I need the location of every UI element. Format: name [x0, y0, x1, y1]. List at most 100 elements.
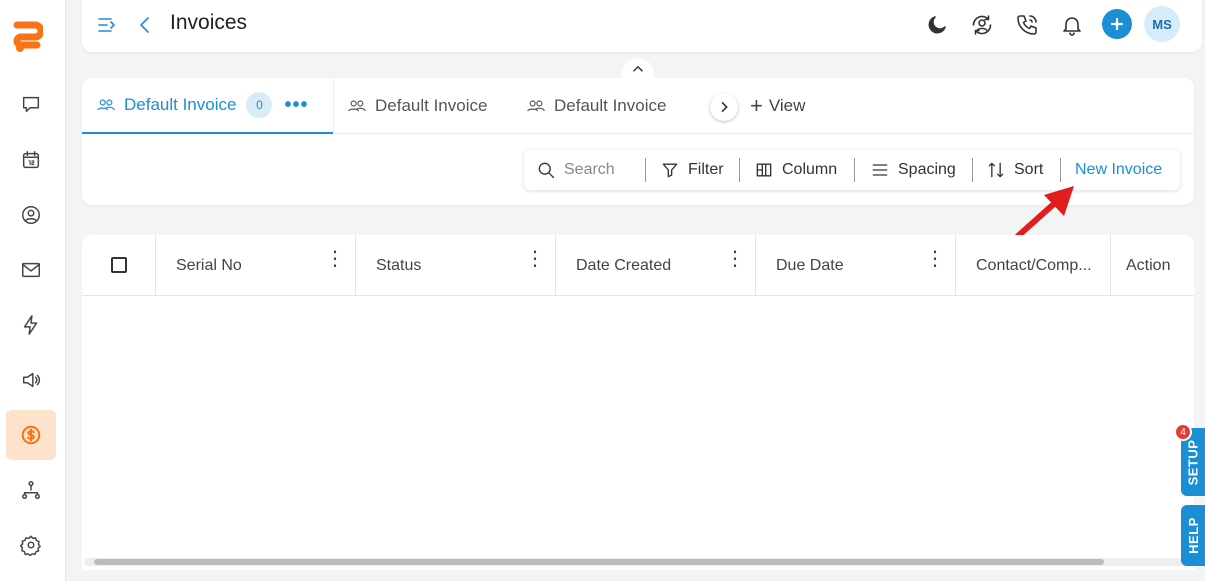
users-icon: [348, 100, 366, 112]
tab-divider: [333, 78, 334, 134]
column-header-date-created[interactable]: Date Created ⋮: [556, 235, 756, 296]
toolbar-divider: [854, 158, 855, 182]
column-header-action: Action: [1111, 235, 1194, 296]
sort-icon: [988, 162, 1004, 178]
table-toolbar: Search Filter Column Spacing Sort New In…: [524, 150, 1180, 190]
plus-icon: [1111, 18, 1123, 30]
column-header-label: Due Date: [776, 256, 844, 274]
toolbar-divider: [972, 158, 973, 182]
menu-expand-icon: [98, 18, 115, 32]
view-tabs: Default Invoice 0 ••• Default Invoice De…: [82, 78, 1194, 134]
sidebar-item-conversations[interactable]: [6, 80, 56, 130]
top-header: Invoices MS: [82, 0, 1202, 52]
column-header-label: Serial No: [176, 256, 242, 274]
chevron-up-icon: [632, 65, 644, 72]
table-header: Serial No ⋮ Status ⋮ Date Created ⋮ Due …: [82, 235, 1194, 296]
annotation-arrow-icon: [1015, 186, 1074, 239]
column-header-label: Date Created: [576, 256, 672, 274]
gear-icon: [20, 535, 41, 556]
help-tab-label: HELP: [1185, 517, 1201, 554]
call-button[interactable]: [1012, 10, 1042, 40]
invoice-table: Serial No ⋮ Status ⋮ Date Created ⋮ Due …: [82, 235, 1194, 570]
tab-options-icon[interactable]: •••: [284, 94, 308, 117]
tab-label: Default Invoice: [375, 96, 488, 115]
filter-label: Filter: [688, 161, 724, 178]
quick-add-button[interactable]: [1102, 9, 1132, 39]
toolbar-divider: [1060, 158, 1061, 182]
search-icon: [538, 162, 555, 179]
page-title: Invoices: [170, 11, 248, 34]
users-icon: [97, 99, 115, 111]
calendar-icon: [22, 151, 40, 169]
plus-icon: +: [750, 93, 763, 118]
sidebar-item-payments[interactable]: [6, 410, 56, 460]
switch-account-button[interactable]: [967, 10, 997, 40]
dark-mode-toggle[interactable]: [922, 10, 952, 40]
back-button[interactable]: [130, 10, 160, 40]
sidebar-item-settings[interactable]: [6, 520, 56, 570]
filter-icon: [662, 163, 678, 178]
chevron-right-icon: [721, 101, 728, 113]
tab-label: Default Invoice: [124, 95, 237, 114]
tab-label: Default Invoice: [554, 96, 667, 115]
megaphone-icon: [22, 372, 40, 388]
dollar-circle-icon: [21, 425, 41, 445]
add-view-label: View: [768, 96, 806, 115]
column-header-due-date[interactable]: Due Date ⋮: [756, 235, 956, 296]
column-menu-icon[interactable]: ⋮: [525, 249, 545, 269]
filter-button[interactable]: Filter: [660, 150, 724, 190]
tabs-scroll-right-button[interactable]: [710, 93, 738, 121]
sidebar-item-calendar[interactable]: [6, 135, 56, 185]
help-tab[interactable]: HELP: [1181, 505, 1205, 566]
avatar[interactable]: MS: [1144, 6, 1180, 42]
toolbar-divider: [645, 158, 646, 182]
sidebar-item-automation[interactable]: [6, 300, 56, 350]
select-all-checkbox[interactable]: [111, 257, 127, 273]
spacing-button[interactable]: Spacing: [870, 150, 956, 190]
sidebar-item-email[interactable]: [6, 245, 56, 295]
phone-icon: [1017, 15, 1037, 35]
horizontal-scrollbar[interactable]: [84, 558, 1190, 566]
column-label: Column: [782, 161, 838, 178]
new-invoice-button[interactable]: New Invoice: [1075, 150, 1162, 190]
column-button[interactable]: Column: [754, 150, 837, 190]
search-input[interactable]: Search: [536, 150, 640, 190]
columns-icon: [756, 163, 772, 177]
sidebar-item-workflows[interactable]: [6, 465, 56, 515]
tab-default-invoice-3[interactable]: Default Invoice: [526, 78, 666, 134]
sidebar-toggle-button[interactable]: [92, 10, 122, 40]
search-placeholder: Search: [564, 161, 615, 178]
chat-icon: [22, 96, 40, 113]
users-icon: [527, 100, 545, 112]
column-header-label: Status: [376, 256, 422, 274]
column-menu-icon[interactable]: ⋮: [925, 249, 945, 269]
chevron-left-icon: [140, 17, 149, 33]
column-header-serial-no[interactable]: Serial No ⋮: [156, 235, 356, 296]
column-header-label: Action: [1126, 256, 1171, 274]
toolbar-divider: [739, 158, 740, 182]
setup-tab-label: SETUP: [1185, 439, 1201, 485]
sort-label: Sort: [1014, 161, 1044, 178]
sidebar-item-marketing[interactable]: [6, 355, 56, 405]
user-sync-icon: [972, 15, 992, 35]
add-view-button[interactable]: + View: [750, 78, 805, 134]
user-circle-icon: [22, 206, 40, 224]
scrollbar-thumb[interactable]: [94, 559, 1104, 565]
column-menu-icon[interactable]: ⋮: [325, 249, 345, 269]
notifications-button[interactable]: [1057, 10, 1087, 40]
column-header-label: Contact/Comp...: [976, 256, 1092, 274]
sidebar-item-contacts[interactable]: [6, 190, 56, 240]
column-header-status[interactable]: Status ⋮: [356, 235, 556, 296]
app-logo[interactable]: [11, 21, 43, 55]
setup-count-badge: 4: [1174, 423, 1192, 441]
tab-default-invoice-2[interactable]: Default Invoice: [347, 78, 487, 134]
tab-default-invoice-1[interactable]: Default Invoice 0 •••: [82, 78, 333, 134]
sidebar: [0, 0, 66, 581]
moon-icon: [928, 16, 946, 34]
tab-count-badge: 0: [246, 92, 273, 118]
mail-icon: [22, 262, 40, 278]
column-header-contact-company[interactable]: Contact/Comp...: [956, 235, 1111, 296]
sitemap-icon: [22, 481, 40, 499]
column-menu-icon[interactable]: ⋮: [725, 249, 745, 269]
collapse-panel-button[interactable]: [622, 58, 654, 80]
